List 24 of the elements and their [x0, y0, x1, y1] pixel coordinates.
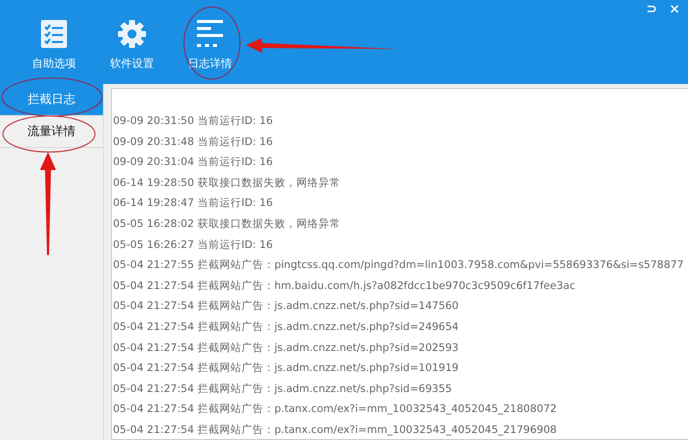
log-entry: 09-09 20:31:50 当前运行ID: 16	[113, 114, 274, 129]
log-entry: 05-04 21:27:54 拦截网站广告：js.adm.cnzz.net/s.php?sid=69355	[113, 382, 453, 397]
log-entry: 05-04 21:27:54 拦截网站广告：js.adm.cnzz.net/s.php?sid=147560	[113, 299, 460, 314]
log-entry: 05-04 21:27:54 拦截网站广告：js.adm.cnzz.net/s.php?sid=101919	[113, 361, 460, 376]
log-entry: 06-14 19:28:50 获取接口数据失败，网络异常	[113, 176, 342, 191]
log-entry: 05-04 21:27:54 拦截网站广告：js.adm.cnzz.net/s.php?sid=202593	[113, 340, 460, 356]
log-entry: 05-04 21:27:55 拦截网站广告：pingtcss.qq.com/pingd?dm=lin1003.7958.com&pvi=558693376&si=s578877	[113, 258, 685, 274]
log-entry: 09-09 20:31:04 当前运行ID: 16	[113, 155, 274, 170]
close-button[interactable]: ×	[667, 2, 682, 17]
log-entry: 05-04 21:27:54 拦截网站广告：hm.baidu.com/h.js?a082fdcc1be970c3c9509c6f17fee3ac	[113, 278, 576, 294]
toolbar-button[interactable]: 软件设置	[100, 14, 164, 84]
restore-button[interactable]: ⊃	[644, 2, 660, 17]
log-lines-icon	[194, 18, 226, 50]
log-entry: 05-05 16:28:02 获取接口数据失败，网络异常	[113, 216, 342, 232]
log-entry: 06-14 19:28:47 当前运行ID: 16	[113, 196, 274, 212]
log-entry: 05-05 16:26:27 当前运行ID: 16	[113, 238, 274, 253]
log-entry: 05-04 21:27:54 拦截网站广告：p.tanx.com/ex?i=mm_10032543_4052045_21796908	[113, 422, 558, 438]
settings-icon	[116, 18, 148, 50]
sidebar-item[interactable]: 拦截日志	[0, 84, 103, 116]
log-entry: 05-04 21:27:54 拦截网站广告：p.tanx.com/ex?i=mm_10032543_4052045_21808072	[113, 402, 558, 418]
log-entry: 09-09 20:31:48 当前运行ID: 16	[113, 134, 274, 150]
checklist-icon	[38, 18, 70, 50]
log-entry: 05-04 21:27:54 拦截网站广告：js.adm.cnzz.net/s.php?sid=249654	[113, 320, 460, 335]
toolbar-button[interactable]: 自助选项	[22, 14, 86, 84]
